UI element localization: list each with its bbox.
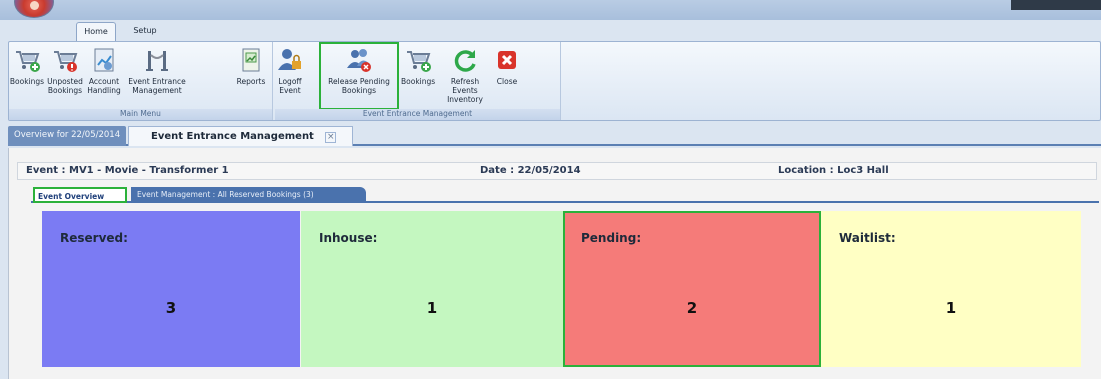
waitlist-card[interactable]: Waitlist: 1: [821, 211, 1081, 367]
document-tabs: Overview for 22/05/2014 Event Entrance M…: [8, 124, 1101, 146]
refresh-events-inventory-label: Refresh Events Inventory: [447, 77, 483, 104]
inhouse-count: 1: [426, 299, 438, 317]
close-label: Close: [496, 77, 518, 86]
title-bar-dark-region: [1011, 0, 1101, 10]
ribbon-tabs: Home Setup: [0, 22, 1101, 42]
account-handling-label: Account Handling: [87, 77, 121, 95]
inhouse-card[interactable]: Inhouse: 1: [301, 211, 563, 367]
reports-label: Reports: [236, 77, 266, 86]
reports-button[interactable]: Reports: [233, 44, 269, 108]
rope-barrier-icon: [146, 51, 168, 71]
main-content: Event : MV1 - Movie - Transformer 1 Date…: [8, 148, 1101, 379]
logoff-event-button[interactable]: Logoff Event: [275, 44, 305, 108]
tab-event-entrance-management[interactable]: Event Entrance Management ×: [128, 126, 353, 146]
event-info-bar: Event : MV1 - Movie - Transformer 1 Date…: [17, 162, 1097, 180]
account-chart-icon: [94, 48, 114, 72]
close-button[interactable]: Close: [493, 44, 521, 108]
cart-alert-icon: [54, 51, 78, 72]
ribbon: Bookings Unposted Bookings Account Handl…: [8, 41, 1101, 121]
bookings-button[interactable]: Bookings: [9, 44, 45, 108]
user-lock-icon: [278, 49, 301, 70]
event-location: Location : Loc3 Hall: [778, 165, 889, 176]
event-bookings-label: Bookings: [401, 77, 436, 86]
tab-overview[interactable]: Overview for 22/05/2014: [8, 126, 126, 146]
ribbon-group-caption: Event Entrance Management: [275, 109, 560, 120]
unposted-bookings-button[interactable]: Unposted Bookings: [47, 44, 83, 108]
event-name: Event : MV1 - Movie - Transformer 1: [26, 165, 229, 176]
tab-close-icon[interactable]: ×: [325, 132, 337, 143]
pending-count: 2: [686, 299, 698, 317]
app-logo-icon: [30, 1, 39, 10]
refresh-icon: [454, 50, 476, 72]
tab-event-entrance-management-label: Event Entrance Management: [151, 131, 314, 142]
event-bookings-button[interactable]: Bookings: [401, 44, 435, 108]
logoff-event-label: Logoff Event: [278, 77, 302, 95]
reserved-card[interactable]: Reserved: 3: [42, 211, 300, 367]
release-pending-bookings-button[interactable]: Release Pending Bookings: [319, 42, 399, 110]
tab-event-overview[interactable]: Event Overview: [33, 187, 127, 203]
bookings-label: Bookings: [9, 77, 45, 86]
users-remove-icon: [347, 49, 371, 72]
pending-label: Pending:: [581, 231, 642, 245]
title-bar: [0, 0, 1101, 20]
reserved-label: Reserved:: [60, 231, 128, 245]
waitlist-label: Waitlist:: [839, 231, 896, 245]
inhouse-label: Inhouse:: [319, 231, 378, 245]
cart-add-icon: [16, 51, 40, 72]
release-pending-bookings-label: Release Pending Bookings: [328, 77, 390, 95]
close-icon: [498, 51, 516, 69]
tab-event-management[interactable]: Event Management : All Reserved Bookings…: [131, 187, 366, 203]
reserved-count: 3: [165, 299, 177, 317]
unposted-bookings-label: Unposted Bookings: [47, 77, 83, 95]
event-entrance-management-label: Event Entrance Management: [128, 77, 186, 95]
tab-home[interactable]: Home: [76, 22, 116, 41]
event-date: Date : 22/05/2014: [480, 165, 581, 176]
waitlist-count: 1: [945, 299, 957, 317]
ribbon-group-main-menu: Bookings Unposted Bookings Account Handl…: [9, 42, 273, 120]
tab-setup[interactable]: Setup: [124, 22, 166, 41]
pending-card[interactable]: Pending: 2: [563, 211, 821, 367]
ribbon-group-event-entrance: Logoff Event Release Pending Bookings Bo…: [275, 42, 561, 120]
sub-tabs: Event Overview Event Management : All Re…: [31, 187, 1099, 203]
cart-add-icon: [407, 51, 431, 72]
account-handling-button[interactable]: Account Handling: [85, 44, 123, 108]
refresh-events-inventory-button[interactable]: Refresh Events Inventory: [439, 44, 491, 108]
report-chart-icon: [242, 48, 260, 72]
ribbon-group-caption: Main Menu: [9, 109, 272, 120]
event-entrance-management-button[interactable]: Event Entrance Management: [125, 44, 189, 108]
